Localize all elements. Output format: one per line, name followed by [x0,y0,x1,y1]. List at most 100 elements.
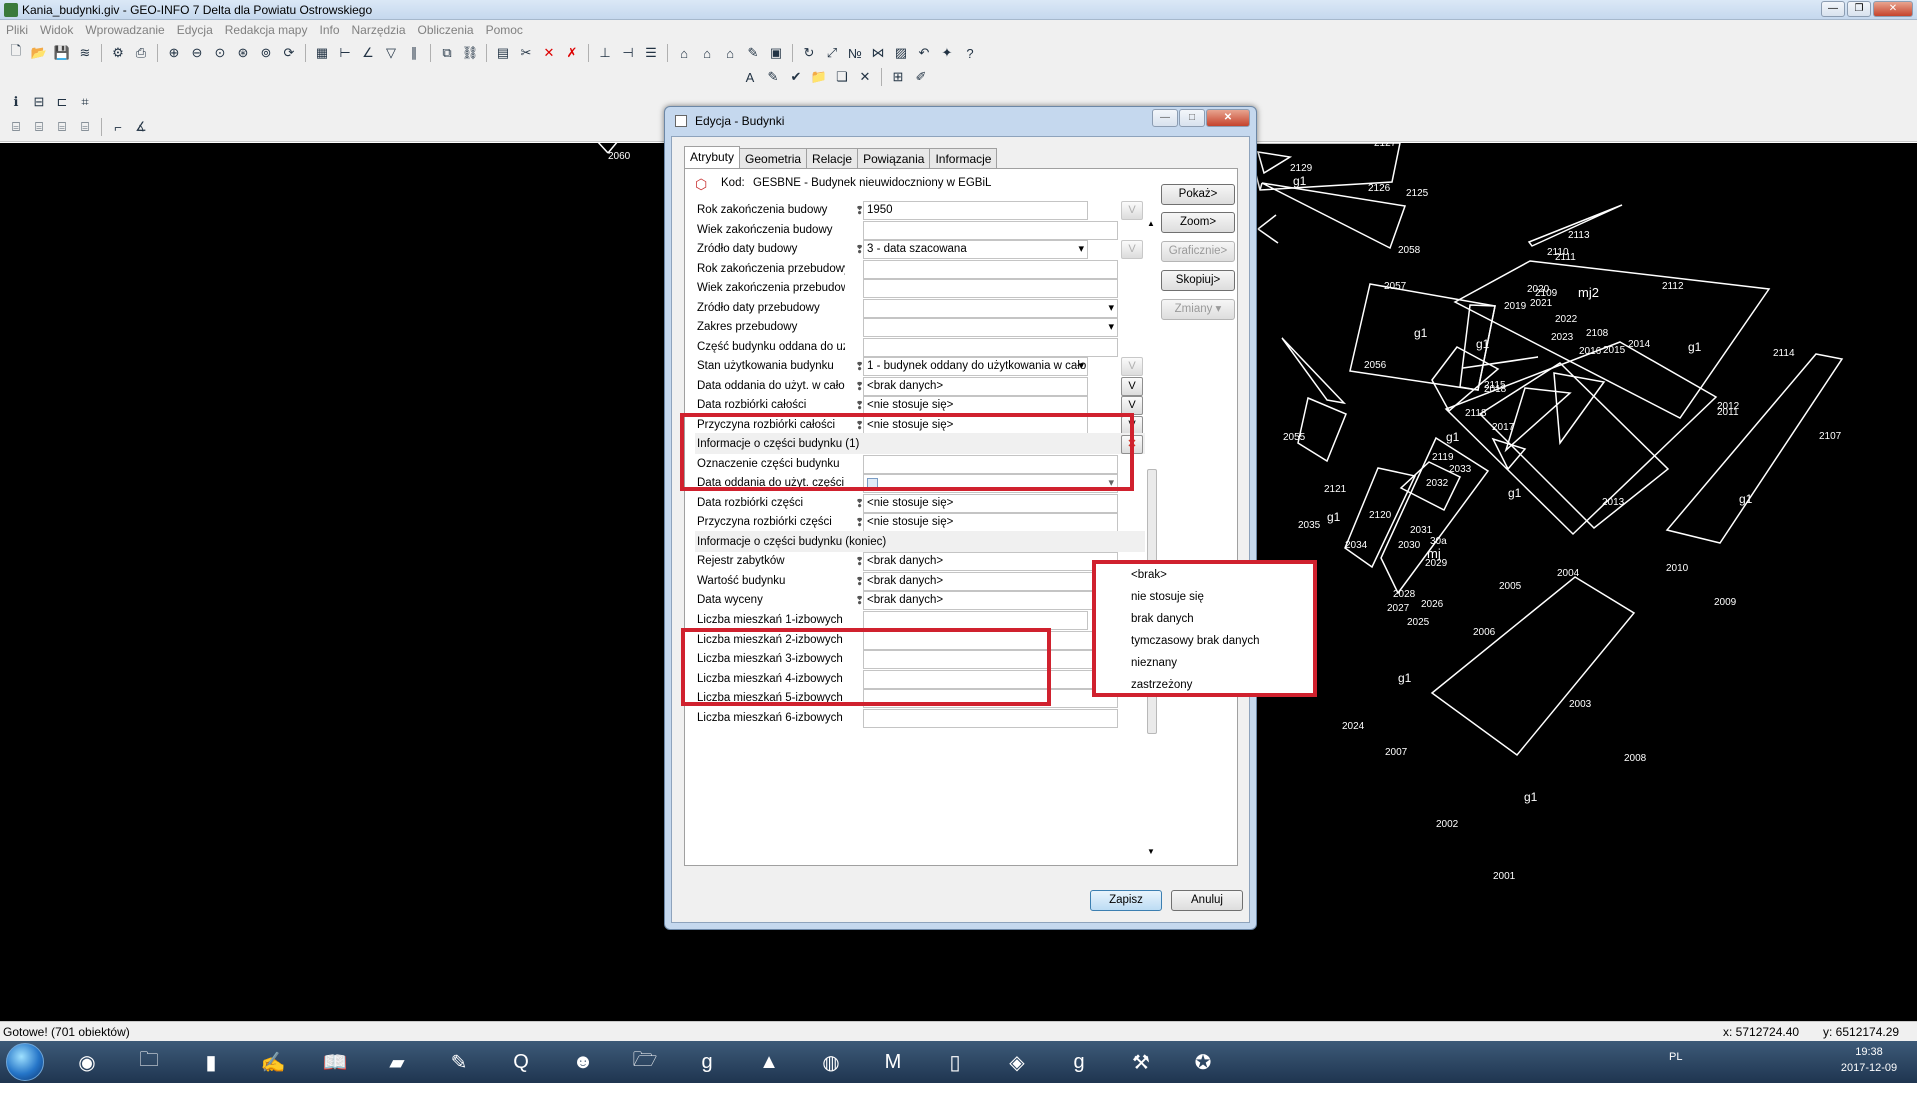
number-icon[interactable]: № [845,43,865,63]
menu-obliczenia[interactable]: Obliczenia [418,23,474,37]
maximize-button[interactable]: ❐ [1847,1,1871,17]
edit-table-icon[interactable]: ✐ [911,67,931,87]
attribute-input[interactable]: <nie stosuje się> [863,513,1118,532]
building-outline[interactable] [1297,396,1347,463]
value-list-button[interactable]: V [1121,240,1143,259]
layer-info-icon[interactable]: ℹ [6,92,26,112]
star-icon[interactable]: ✦ [937,43,957,63]
new-file-icon[interactable]: 🗋 [6,43,26,63]
delete-icon[interactable]: ✕ [539,43,559,63]
attribute-input[interactable] [863,279,1118,298]
zmiany-dropdown[interactable]: Zmiany ▾ [1161,299,1235,320]
menu-widok[interactable]: Widok [40,23,73,37]
attribute-input[interactable]: <brak danych> [863,377,1088,396]
help-icon[interactable]: ? [960,43,980,63]
link-icon[interactable]: ⛓ [460,43,480,63]
delete-selected-icon[interactable]: ✗ [562,43,582,63]
dialog-maximize-button[interactable]: □ [1179,109,1205,127]
minimize-button[interactable]: — [1821,1,1845,17]
menu-pliki[interactable]: Pliki [6,23,28,37]
alien-app-icon[interactable]: ☻ [558,1045,608,1079]
tab-geometria[interactable]: Geometria [739,148,808,168]
layers-icon[interactable]: ≋ [75,43,95,63]
qgis-icon[interactable]: Q [496,1045,546,1079]
folder-app-icon[interactable]: 🗁 [620,1045,670,1079]
attribute-input[interactable]: <brak danych> [863,552,1118,571]
cancel-button[interactable]: Anuluj [1171,890,1243,911]
edit-icon[interactable]: ✎ [743,43,763,63]
scroll-down-arrow[interactable]: ▼ [1147,847,1155,856]
explorer-icon[interactable]: 🗀 [124,1045,174,1079]
value-list-button[interactable]: V [1121,201,1143,220]
align-icon[interactable]: ☰ [641,43,661,63]
acrobat-icon[interactable]: ▲ [744,1045,794,1079]
value-list-button[interactable]: V [1121,377,1143,396]
object1-icon[interactable]: ⌸ [6,117,26,137]
split-icon[interactable]: ⋈ [868,43,888,63]
menu-pomoc[interactable]: Pomoc [486,23,523,37]
skopiuj-button[interactable]: Skopiuj> [1161,270,1235,291]
pokaz-button[interactable]: Pokaż> [1161,184,1235,205]
dropdown-option-zastrzezony[interactable]: zastrzeżony [1096,674,1313,696]
building3-icon[interactable]: ⌂ [720,43,740,63]
grid-icon[interactable]: ▤ [493,43,513,63]
attribute-input[interactable] [863,260,1118,279]
copy-object-icon[interactable]: ⧉ [437,43,457,63]
table-icon[interactable]: ▦ [312,43,332,63]
building-outline[interactable] [1444,341,1718,536]
attribute-select[interactable] [863,318,1118,337]
graficznie-button[interactable]: Graficznie> [1161,241,1235,262]
tab-relacje[interactable]: Relacje [806,148,859,168]
flag-app-icon[interactable]: ▰ [372,1045,422,1079]
scale-icon[interactable]: ⊏ [52,92,72,112]
offset-icon[interactable]: ⊥ [595,43,615,63]
undo-icon[interactable]: ↶ [914,43,934,63]
save-icon[interactable]: 💾 [52,43,72,63]
archive-icon[interactable]: ▮ [186,1045,236,1079]
menu-wprowadzanie[interactable]: Wprowadzanie [85,23,164,37]
attribute-input[interactable] [863,221,1118,240]
attribute-input[interactable]: <brak danych> [863,572,1118,591]
building-outline[interactable] [1256,151,1293,175]
network-app-icon[interactable]: ◈ [992,1045,1042,1079]
cut-icon[interactable]: ✂ [516,43,536,63]
stack-icon[interactable]: ❏ [832,67,852,87]
building-outline[interactable] [1478,362,1670,530]
book-icon[interactable]: ▣ [766,43,786,63]
open-folder-icon[interactable]: 📂 [29,43,49,63]
clock[interactable]: 19:38 2017-12-09 [1829,1044,1909,1076]
zoom-in-icon[interactable]: ⊕ [164,43,184,63]
filter-icon[interactable]: ▽ [381,43,401,63]
cross-icon[interactable]: ✕ [855,67,875,87]
building-icon[interactable]: ⌂ [674,43,694,63]
menu-narzedzia[interactable]: Narzędzia [352,23,406,37]
rotate-icon[interactable]: ↻ [799,43,819,63]
pdf-icon[interactable]: ✍ [248,1045,298,1079]
extend-icon[interactable]: ⊣ [618,43,638,63]
building-outline[interactable] [1462,356,1539,369]
zoom-all-icon[interactable]: ⊛ [233,43,253,63]
attribute-select[interactable]: 1 - budynek oddany do użytkowania w cało [863,357,1088,376]
geoinfo-app-icon[interactable]: g [682,1045,732,1079]
zoom-out-icon[interactable]: ⊖ [187,43,207,63]
menu-info[interactable]: Info [319,23,339,37]
grid-table-icon[interactable]: ⊞ [888,67,908,87]
object4-icon[interactable]: ⌸ [75,117,95,137]
parallel-icon[interactable]: ∥ [404,43,424,63]
print-icon[interactable]: ⎙ [131,43,151,63]
attribute-input[interactable]: 1950 [863,201,1088,220]
object2-icon[interactable]: ⌸ [29,117,49,137]
attribute-input[interactable]: <brak danych> [863,591,1118,610]
dialog-close-button[interactable]: ✕ [1206,109,1250,127]
tab-atrybuty[interactable]: Atrybuty [684,146,741,168]
building-outline[interactable] [1553,372,1606,446]
globe-app-icon[interactable]: ◍ [806,1045,856,1079]
ruler-icon[interactable]: ⊟ [29,92,49,112]
dropdown-option-brak[interactable]: <brak> [1096,564,1313,586]
attribute-input[interactable] [863,338,1118,357]
attribute-select[interactable]: 3 - data szacowana [863,240,1088,259]
measure-icon[interactable]: ⊢ [335,43,355,63]
attribute-select[interactable] [863,299,1118,318]
dropdown-option-brak-danych[interactable]: brak danych [1096,608,1313,630]
tab-powiazania[interactable]: Powiązania [857,148,931,168]
